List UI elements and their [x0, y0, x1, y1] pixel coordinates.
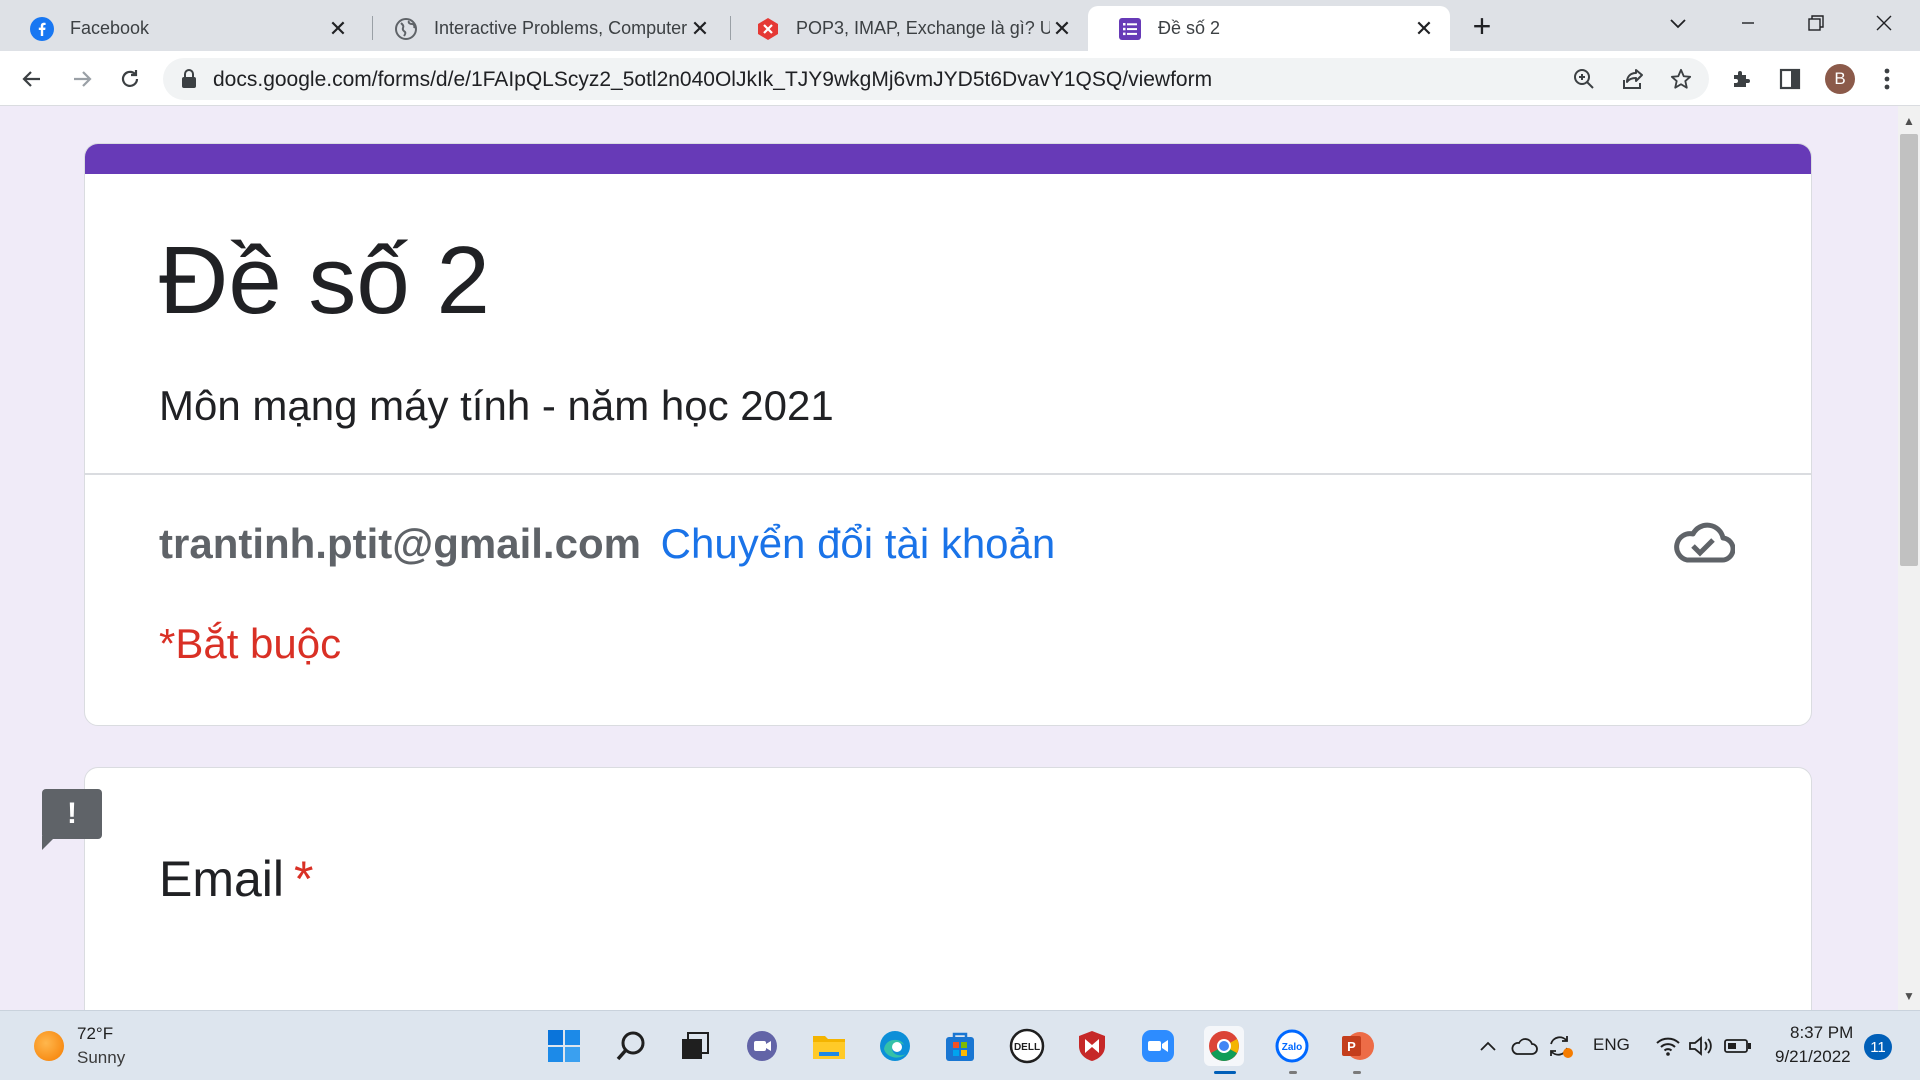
- report-feedback-button[interactable]: !: [42, 789, 102, 839]
- edge-browser-icon[interactable]: [875, 1026, 915, 1066]
- form-title: Đề số 2: [159, 227, 490, 334]
- feedback-button-tail: [42, 836, 56, 850]
- form-header-card: Đề số 2 Môn mạng máy tính - năm học 2021…: [84, 143, 1812, 726]
- battery-icon[interactable]: [1718, 1026, 1758, 1066]
- show-hidden-icons-chevron-icon[interactable]: [1468, 1026, 1508, 1066]
- close-window-icon[interactable]: [1866, 8, 1902, 38]
- tab-title: Interactive Problems, Computer Networkin…: [434, 18, 688, 38]
- zalo-icon[interactable]: Zalo: [1272, 1026, 1312, 1066]
- powerpoint-icon[interactable]: P: [1338, 1026, 1378, 1066]
- cloud-saved-icon[interactable]: [1671, 518, 1736, 568]
- tab-form-active[interactable]: Đề số 2 ✕: [1088, 6, 1450, 51]
- new-tab-button[interactable]: +: [1466, 8, 1498, 44]
- zoom-icon[interactable]: [1571, 66, 1597, 92]
- notification-count-badge[interactable]: 11: [1864, 1034, 1892, 1060]
- volume-icon[interactable]: [1681, 1026, 1721, 1066]
- facebook-icon: [30, 16, 54, 41]
- switch-account-link[interactable]: Chuyển đổi tài khoản: [661, 520, 1056, 567]
- tab-title: Facebook: [70, 18, 150, 38]
- globe-icon: [394, 17, 418, 41]
- required-asterisk: *: [294, 851, 314, 907]
- task-view-icon[interactable]: [675, 1026, 715, 1066]
- windows-start-icon[interactable]: [544, 1026, 584, 1066]
- microsoft-store-icon[interactable]: [940, 1026, 980, 1066]
- account-row: trantinh.ptit@gmail.com Chuyển đổi tài k…: [159, 520, 1055, 568]
- svg-text:Zalo: Zalo: [1282, 1042, 1303, 1053]
- tab-strip: Facebook ✕ Interactive Problems, Compute…: [0, 0, 1920, 51]
- side-panel-icon[interactable]: [1775, 64, 1805, 94]
- back-arrow-icon[interactable]: [14, 61, 50, 97]
- onedrive-cloud-icon[interactable]: [1504, 1026, 1544, 1066]
- close-tab-icon[interactable]: ✕: [1412, 16, 1436, 41]
- divider: [85, 473, 1811, 475]
- extensions-puzzle-icon[interactable]: [1727, 64, 1757, 94]
- tab-pop3[interactable]: POP3, IMAP, Exchange là gì? Ưu nhược điể…: [726, 6, 1088, 51]
- svg-text:DELL: DELL: [1014, 1042, 1040, 1053]
- profile-avatar[interactable]: B: [1825, 64, 1855, 94]
- scroll-up-arrow-icon[interactable]: ▲: [1898, 110, 1920, 132]
- tab-title: POP3, IMAP, Exchange là gì? Ưu nhược điể…: [796, 18, 1050, 38]
- weather-sun-icon[interactable]: [34, 1031, 64, 1061]
- account-email: trantinh.ptit@gmail.com: [159, 520, 641, 567]
- search-icon[interactable]: [611, 1026, 651, 1066]
- bookmark-star-icon[interactable]: [1668, 66, 1694, 92]
- clock-time[interactable]: 8:37 PM: [1790, 1023, 1853, 1043]
- lock-icon[interactable]: [181, 69, 197, 94]
- zalo-running-indicator: [1289, 1071, 1297, 1074]
- address-bar[interactable]: docs.google.com/forms/d/e/1FAIpQLScyz2_5…: [163, 58, 1709, 100]
- tab-search-chevron-icon[interactable]: [1660, 8, 1696, 38]
- forward-arrow-icon[interactable]: [64, 61, 100, 97]
- windows-taskbar: 72°F Sunny DELL Zalo P ENG 8:37 PM 9/21/…: [0, 1010, 1920, 1080]
- mcafee-icon[interactable]: [1072, 1026, 1112, 1066]
- url-text[interactable]: docs.google.com/forms/d/e/1FAIpQLScyz2_5…: [213, 68, 1212, 92]
- minimize-icon[interactable]: [1730, 8, 1766, 38]
- close-tab-icon[interactable]: ✕: [1050, 16, 1074, 41]
- reload-icon[interactable]: [112, 61, 148, 97]
- sync-status-icon[interactable]: [1540, 1026, 1580, 1066]
- pop3-site-icon: [756, 17, 780, 41]
- question-card-email: Email *: [84, 767, 1812, 1010]
- required-note: *Bắt buộc: [159, 620, 342, 667]
- zoom-app-icon[interactable]: [1138, 1026, 1178, 1066]
- scrollbar-thumb[interactable]: [1900, 134, 1918, 566]
- powerpoint-running-indicator: [1353, 1071, 1361, 1074]
- chrome-active-indicator: [1214, 1071, 1236, 1074]
- tab-facebook[interactable]: Facebook ✕: [0, 6, 364, 51]
- question-title-text: Email: [159, 851, 285, 907]
- tab-title: Đề số 2: [1158, 18, 1221, 38]
- restore-icon[interactable]: [1798, 8, 1834, 38]
- teams-chat-icon[interactable]: [742, 1026, 782, 1066]
- close-tab-icon[interactable]: ✕: [326, 16, 350, 41]
- share-icon[interactable]: [1620, 66, 1646, 92]
- svg-text:P: P: [1347, 1039, 1356, 1054]
- close-tab-icon[interactable]: ✕: [688, 16, 712, 41]
- dell-icon[interactable]: DELL: [1007, 1026, 1047, 1066]
- question-title: Email *: [159, 850, 314, 908]
- menu-kebab-icon[interactable]: [1872, 64, 1902, 94]
- weather-temperature[interactable]: 72°F: [77, 1024, 113, 1044]
- file-explorer-icon[interactable]: [809, 1026, 849, 1066]
- clock-date[interactable]: 9/21/2022: [1775, 1047, 1851, 1067]
- browser-toolbar: docs.google.com/forms/d/e/1FAIpQLScyz2_5…: [0, 51, 1920, 106]
- form-accent-bar: [85, 144, 1811, 174]
- google-forms-icon: [1118, 17, 1142, 41]
- chrome-icon[interactable]: [1204, 1026, 1244, 1066]
- tab-interactive-problems[interactable]: Interactive Problems, Computer Networkin…: [364, 6, 726, 51]
- scroll-down-arrow-icon[interactable]: ▼: [1898, 985, 1920, 1007]
- form-page: Đề số 2 Môn mạng máy tính - năm học 2021…: [0, 106, 1898, 1010]
- form-description: Môn mạng máy tính - năm học 2021: [159, 382, 834, 429]
- input-language[interactable]: ENG: [1593, 1035, 1630, 1055]
- weather-condition[interactable]: Sunny: [77, 1048, 125, 1068]
